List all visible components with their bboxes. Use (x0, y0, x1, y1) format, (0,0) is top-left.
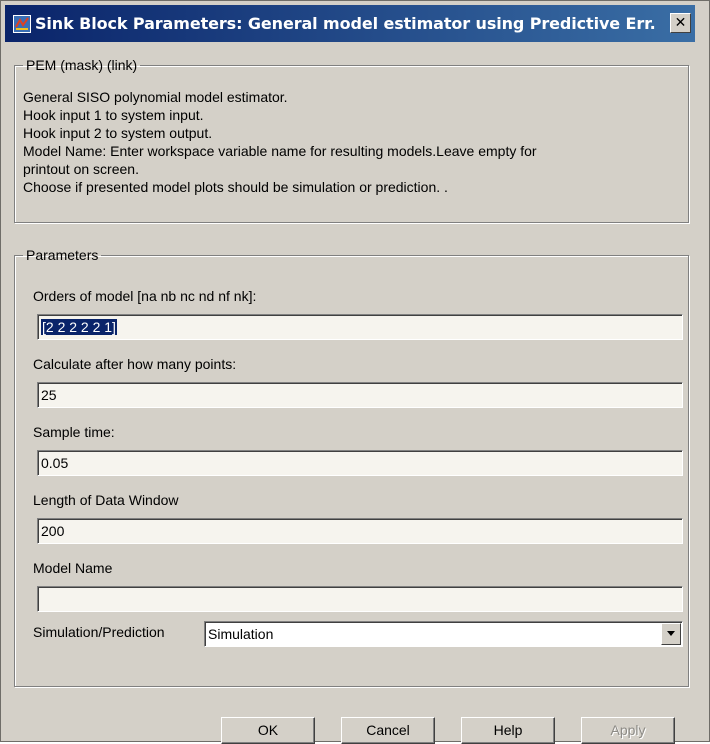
sample-time-input[interactable]: 0.05 (37, 450, 683, 476)
chevron-down-icon[interactable] (661, 623, 681, 645)
points-input[interactable]: 25 (37, 382, 683, 408)
description-line: Model Name: Enter workspace variable nam… (23, 143, 537, 159)
help-button[interactable]: Help (461, 717, 555, 744)
orders-input[interactable]: [2 2 2 2 2 1] (37, 314, 683, 340)
description-line: Choose if presented model plots should b… (23, 179, 448, 195)
model-name-input[interactable] (37, 586, 683, 612)
points-label: Calculate after how many points: (33, 356, 237, 372)
orders-label: Orders of model [na nb nc nd nf nk]: (33, 288, 257, 304)
window-length-label: Length of Data Window (33, 492, 179, 508)
cancel-button[interactable]: Cancel (341, 717, 435, 744)
description-line: Hook input 2 to system output. (23, 125, 213, 141)
apply-button[interactable]: Apply (581, 717, 675, 744)
orders-value: [2 2 2 2 2 1] (41, 319, 117, 335)
simulink-block-icon (13, 15, 31, 33)
simulation-prediction-value: Simulation (208, 626, 274, 642)
parameters-group-title: Parameters (26, 247, 99, 263)
description-line: printout on screen. (23, 161, 139, 177)
description-group-title: PEM (mask) (link) (26, 57, 138, 73)
simulation-prediction-select[interactable]: Simulation (204, 621, 683, 647)
dialog-window: Sink Block Parameters: General model est… (0, 0, 710, 744)
sample-time-label: Sample time: (33, 424, 115, 440)
simulation-prediction-label: Simulation/Prediction (33, 624, 165, 640)
description-line: General SISO polynomial model estimator. (23, 89, 288, 105)
close-button[interactable]: ✕ (670, 13, 691, 33)
window-length-input[interactable]: 200 (37, 518, 683, 544)
ok-button[interactable]: OK (221, 717, 315, 744)
window-title: Sink Block Parameters: General model est… (35, 14, 655, 33)
close-icon: ✕ (674, 15, 687, 31)
title-bar[interactable]: Sink Block Parameters: General model est… (5, 5, 695, 42)
model-name-label: Model Name (33, 560, 113, 576)
description-line: Hook input 1 to system input. (23, 107, 204, 123)
